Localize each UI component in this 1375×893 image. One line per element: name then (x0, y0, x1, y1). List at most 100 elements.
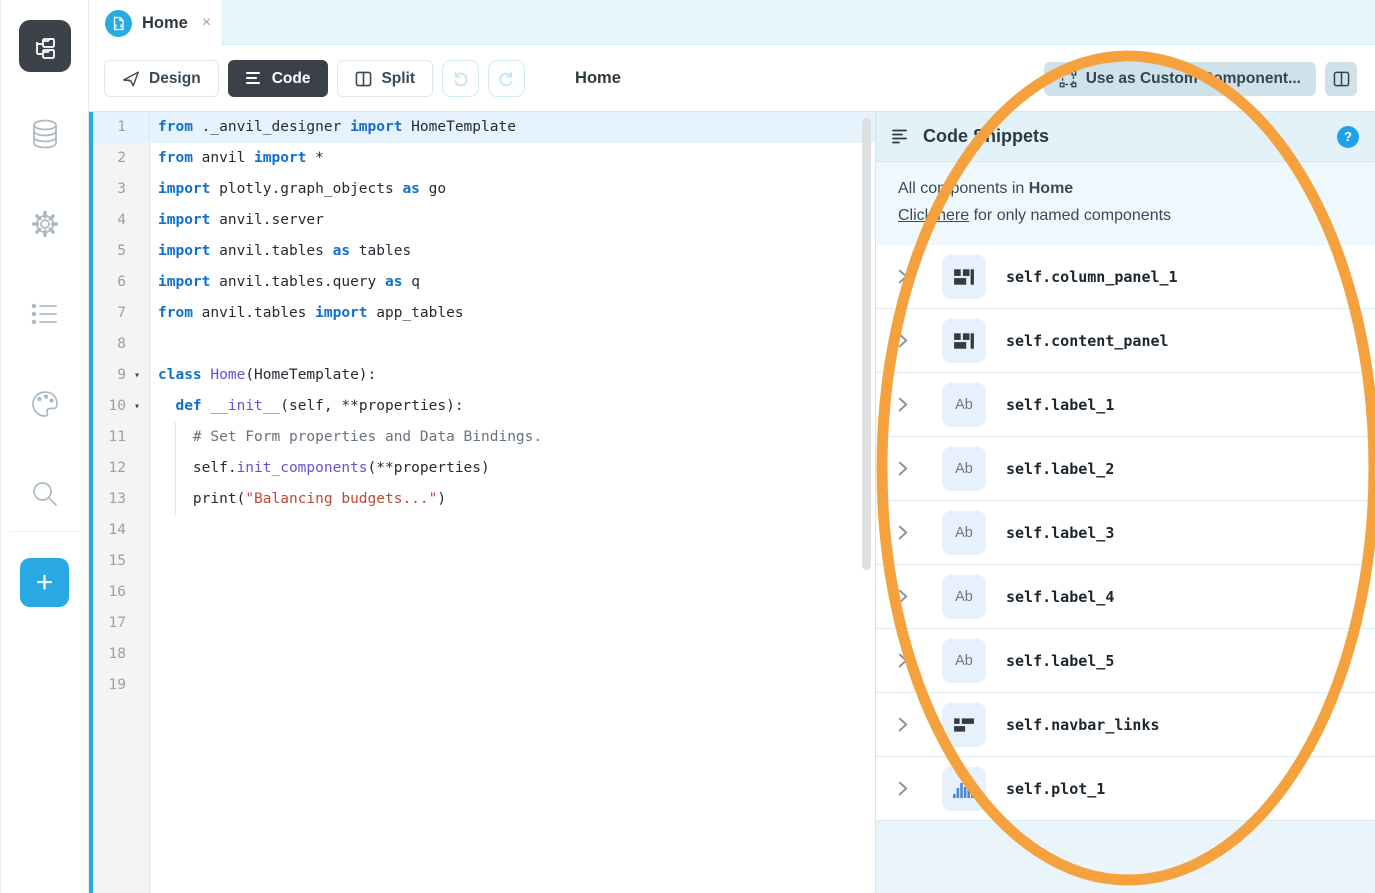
code-line[interactable]: 7from anvil.tables import app_tables (93, 298, 875, 329)
line-number[interactable]: 1 (93, 112, 150, 143)
component-row[interactable]: Abself.label_4 (876, 565, 1375, 629)
code-line[interactable]: 10▾ def __init__(self, **properties): (93, 391, 875, 422)
line-number[interactable]: 18 (93, 639, 150, 670)
code-text[interactable] (150, 577, 875, 608)
undo-button[interactable] (442, 60, 479, 97)
code-line[interactable]: 6import anvil.tables.query as q (93, 267, 875, 298)
click-here-link[interactable]: Click here (898, 207, 969, 224)
code-line[interactable]: 2from anvil import * (93, 143, 875, 174)
code-line[interactable]: 3import plotly.graph_objects as go (93, 174, 875, 205)
design-button[interactable]: Design (104, 60, 219, 97)
line-number[interactable]: 16 (93, 577, 150, 608)
line-number[interactable]: 14 (93, 515, 150, 546)
tab-home[interactable]: Home × (89, 0, 223, 46)
code-line[interactable]: 1from ._anvil_designer import HomeTempla… (93, 112, 875, 143)
component-row[interactable]: Abself.label_1 (876, 373, 1375, 437)
code-button[interactable]: Code (228, 60, 329, 97)
chevron-right-icon[interactable] (898, 781, 920, 796)
component-row[interactable]: Abself.label_2 (876, 437, 1375, 501)
help-icon[interactable]: ? (1337, 126, 1359, 148)
fold-arrow-icon[interactable]: ▾ (126, 391, 148, 422)
code-line[interactable]: 19 (93, 670, 875, 701)
use-as-custom-component-button[interactable]: Use as Custom Component... (1044, 62, 1316, 96)
code-text[interactable]: from anvil.tables import app_tables (150, 298, 875, 329)
code-text[interactable] (150, 329, 875, 360)
editor-scrollbar[interactable] (862, 118, 871, 570)
chevron-right-icon[interactable] (898, 589, 920, 604)
chevron-right-icon[interactable] (898, 461, 920, 476)
chevron-right-icon[interactable] (898, 333, 920, 348)
snippets-menu-icon[interactable] (892, 129, 910, 144)
line-number[interactable]: 19 (93, 670, 150, 701)
redo-button[interactable] (488, 60, 525, 97)
code-text[interactable] (150, 546, 875, 577)
code-text[interactable] (150, 515, 875, 546)
code-editor[interactable]: 1from ._anvil_designer import HomeTempla… (93, 112, 875, 893)
add-button[interactable]: + (20, 558, 69, 607)
code-line[interactable]: 16 (93, 577, 875, 608)
code-text[interactable]: print("Balancing budgets...") (150, 484, 875, 515)
line-number[interactable]: 13 (93, 484, 150, 515)
line-number[interactable]: 10▾ (93, 391, 150, 422)
line-number[interactable]: 15 (93, 546, 150, 577)
line-number[interactable]: 17 (93, 608, 150, 639)
code-text[interactable]: import anvil.tables as tables (150, 236, 875, 267)
split-button[interactable]: Split (337, 60, 433, 97)
code-line[interactable]: 17 (93, 608, 875, 639)
code-text[interactable]: def __init__(self, **properties): (150, 391, 875, 422)
code-text[interactable]: import anvil.server (150, 205, 875, 236)
code-line[interactable]: 4import anvil.server (93, 205, 875, 236)
line-number[interactable]: 7 (93, 298, 150, 329)
code-text[interactable]: import anvil.tables.query as q (150, 267, 875, 298)
code-text[interactable]: import plotly.graph_objects as go (150, 174, 875, 205)
tab-close-icon[interactable]: × (202, 14, 211, 32)
chevron-right-icon[interactable] (898, 525, 920, 540)
toggle-panel-button[interactable] (1325, 62, 1357, 96)
code-line[interactable]: 18 (93, 639, 875, 670)
code-line[interactable]: 5import anvil.tables as tables (93, 236, 875, 267)
app-structure-icon[interactable] (19, 20, 71, 72)
code-text[interactable] (150, 608, 875, 639)
component-row[interactable]: Abself.label_5 (876, 629, 1375, 693)
line-number[interactable]: 8 (93, 329, 150, 360)
chevron-right-icon[interactable] (898, 269, 920, 284)
code-line[interactable]: 15 (93, 546, 875, 577)
toolbar: Design Code Split (89, 46, 1375, 112)
code-text[interactable] (150, 670, 875, 701)
code-line[interactable]: 9▾class Home(HomeTemplate): (93, 360, 875, 391)
search-icon[interactable] (26, 475, 64, 513)
code-line[interactable]: 13 print("Balancing budgets...") (93, 484, 875, 515)
list-icon[interactable] (26, 295, 64, 333)
line-number[interactable]: 6 (93, 267, 150, 298)
chevron-right-icon[interactable] (898, 397, 920, 412)
line-number[interactable]: 4 (93, 205, 150, 236)
code-text[interactable]: self.init_components(**properties) (150, 453, 875, 484)
component-row[interactable]: self.plot_1 (876, 757, 1375, 821)
code-line[interactable]: 11 # Set Form properties and Data Bindin… (93, 422, 875, 453)
code-text[interactable]: from anvil import * (150, 143, 875, 174)
line-number[interactable]: 12 (93, 453, 150, 484)
code-line[interactable]: 8 (93, 329, 875, 360)
code-text[interactable]: class Home(HomeTemplate): (150, 360, 875, 391)
code-line[interactable]: 12 self.init_components(**properties) (93, 453, 875, 484)
code-text[interactable]: from ._anvil_designer import HomeTemplat… (150, 112, 875, 143)
code-text[interactable] (150, 639, 875, 670)
fold-arrow-icon[interactable]: ▾ (126, 360, 148, 391)
line-number[interactable]: 11 (93, 422, 150, 453)
line-number[interactable]: 9▾ (93, 360, 150, 391)
line-number[interactable]: 2 (93, 143, 150, 174)
line-number[interactable]: 3 (93, 174, 150, 205)
chevron-right-icon[interactable] (898, 717, 920, 732)
database-icon[interactable] (26, 115, 64, 153)
chevron-right-icon[interactable] (898, 653, 920, 668)
component-row[interactable]: Abself.label_3 (876, 501, 1375, 565)
line-number[interactable]: 5 (93, 236, 150, 267)
theme-palette-icon[interactable] (26, 385, 64, 423)
code-text[interactable]: # Set Form properties and Data Bindings. (150, 422, 875, 453)
custom-component-icon (1059, 70, 1077, 88)
settings-gear-icon[interactable] (26, 205, 64, 243)
component-row[interactable]: self.navbar_links (876, 693, 1375, 757)
component-row[interactable]: self.column_panel_1 (876, 245, 1375, 309)
code-line[interactable]: 14 (93, 515, 875, 546)
component-row[interactable]: self.content_panel (876, 309, 1375, 373)
